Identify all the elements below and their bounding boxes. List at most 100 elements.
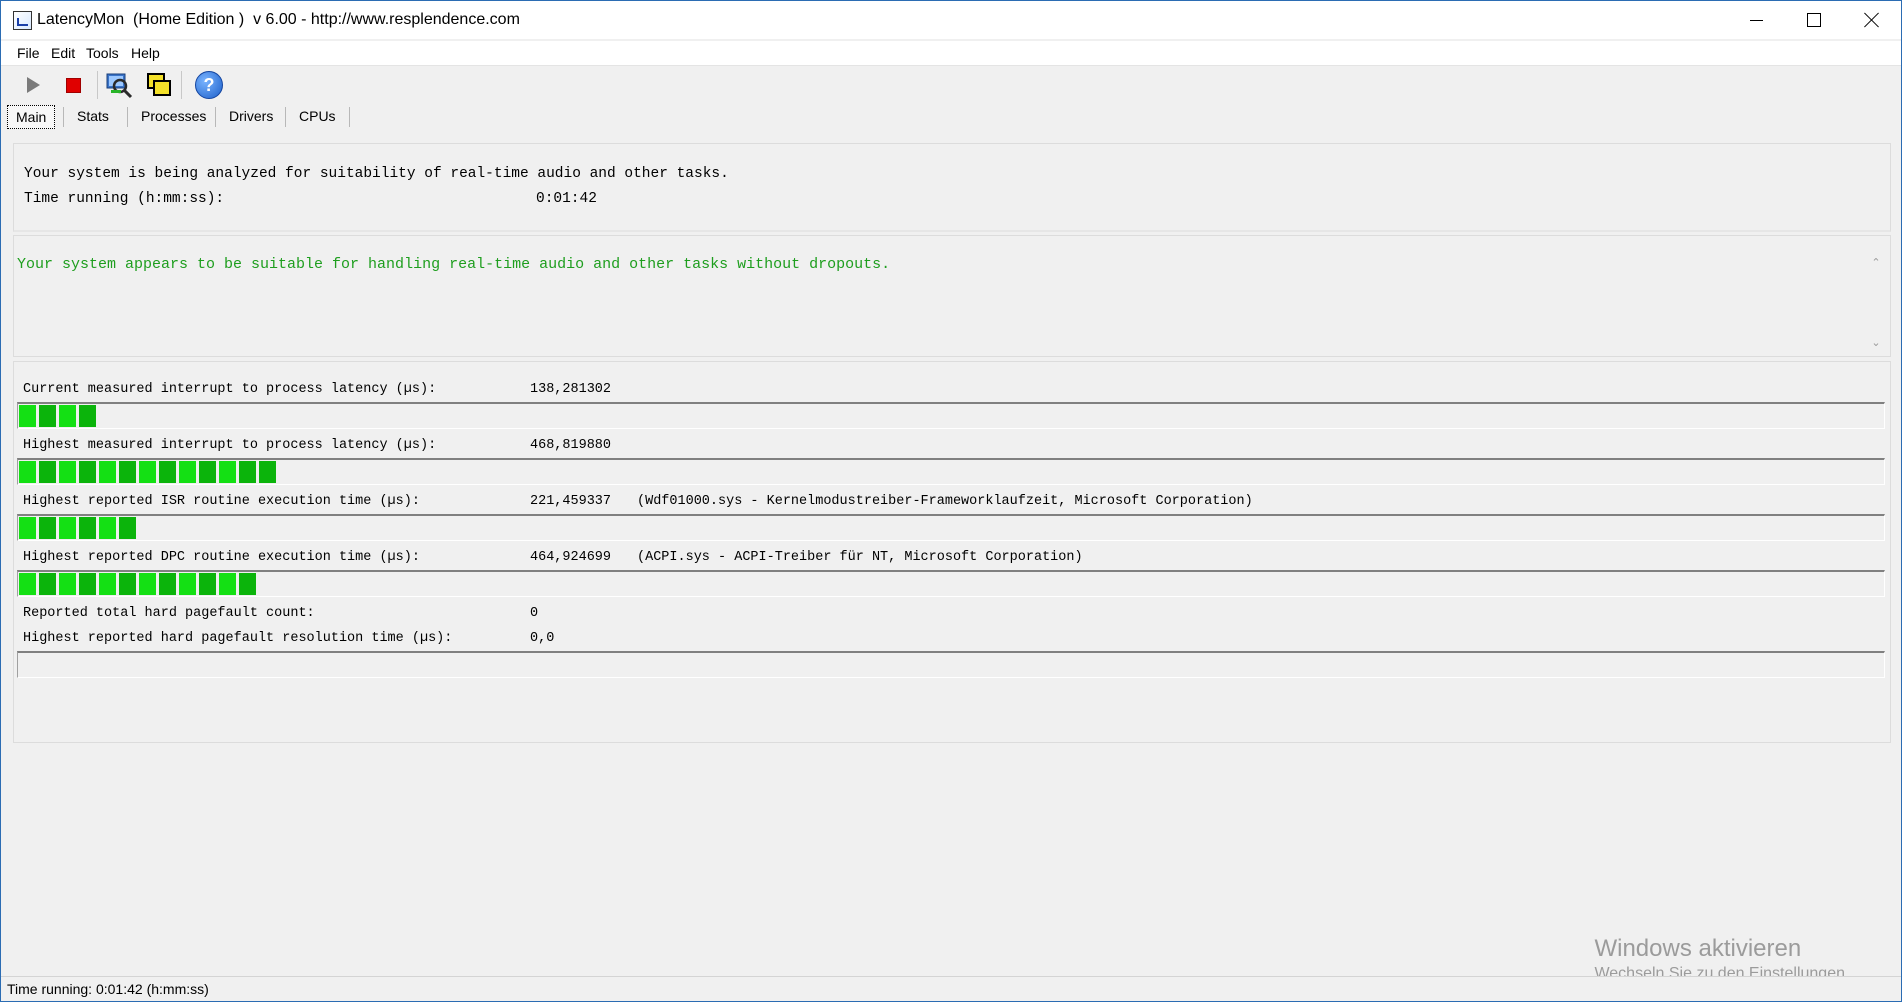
bar-segment <box>199 573 216 595</box>
windows-button[interactable] <box>145 71 173 99</box>
stop-button[interactable] <box>59 71 87 99</box>
scroll-down-arrow-icon[interactable]: ⌄ <box>1870 336 1882 349</box>
bar-segment <box>39 573 56 595</box>
tab-separator <box>349 107 350 127</box>
menu-file[interactable]: File <box>17 45 40 61</box>
bar-segment <box>79 461 96 483</box>
bar-segment <box>39 461 56 483</box>
dpc-time-value: 464,924699 <box>530 550 612 565</box>
windows-icon <box>147 73 171 96</box>
bar-segment <box>59 517 76 539</box>
dpc-time-label: Highest reported DPC routine execution t… <box>23 550 420 565</box>
bar-segment <box>19 405 36 427</box>
current-latency-bar <box>17 402 1885 429</box>
bar-segment <box>239 461 256 483</box>
bar-segment <box>59 461 76 483</box>
highest-latency-value: 468,819880 <box>530 438 612 453</box>
current-latency-value: 138,281302 <box>530 382 612 397</box>
bar-segment <box>179 573 196 595</box>
bar-segment <box>19 573 36 595</box>
time-running-value: 0:01:42 <box>536 191 597 207</box>
watermark-title: Windows aktivieren <box>1594 935 1802 962</box>
window-title: LatencyMon (Home Edition ) v 6.00 - http… <box>37 11 520 28</box>
pagefault-count-value: 0 <box>530 606 539 621</box>
time-running-label: Time running (h:mm:ss): <box>24 191 225 207</box>
status-text: Time running: 0:01:42 (h:mm:ss) <box>7 981 209 997</box>
isr-time-label: Highest reported ISR routine execution t… <box>23 494 420 509</box>
bar-segment <box>19 461 36 483</box>
metrics-panel: Current measured interrupt to process la… <box>13 361 1891 743</box>
pagefault-time-bar <box>17 651 1885 678</box>
close-button[interactable] <box>1843 1 1901 39</box>
bar-segment <box>119 573 136 595</box>
verdict-text: Your system appears to be suitable for h… <box>17 256 891 273</box>
bar-segment <box>99 461 116 483</box>
menu-tools[interactable]: Tools <box>86 45 119 61</box>
tab-stats[interactable]: Stats <box>69 105 117 127</box>
minimize-button[interactable] <box>1727 1 1785 39</box>
analysis-info-panel: Your system is being analyzed for suitab… <box>13 143 1891 232</box>
status-bar: Time running: 0:01:42 (h:mm:ss) <box>1 976 1901 1001</box>
bar-segment <box>19 517 36 539</box>
pagefault-time-value: 0,0 <box>530 631 555 646</box>
bar-segment <box>199 461 216 483</box>
bar-segment <box>99 573 116 595</box>
bar-segment <box>179 461 196 483</box>
isr-time-value: 221,459337 <box>530 494 612 509</box>
bar-segment <box>99 517 116 539</box>
tab-cpus[interactable]: CPUs <box>291 105 344 127</box>
toolbar-separator <box>181 71 182 99</box>
bar-segment <box>159 461 176 483</box>
analyze-icon <box>106 73 133 99</box>
highest-latency-bar <box>17 458 1885 485</box>
bar-fill <box>19 461 279 483</box>
menu-edit[interactable]: Edit <box>51 45 75 61</box>
dpc-time-bar <box>17 570 1885 597</box>
current-latency-label: Current measured interrupt to process la… <box>23 382 437 397</box>
tab-separator <box>127 107 128 127</box>
bar-segment <box>79 517 96 539</box>
help-button[interactable]: ? <box>195 71 223 99</box>
bar-segment <box>259 461 276 483</box>
play-icon <box>26 77 40 93</box>
start-button[interactable] <box>19 71 47 99</box>
bar-segment <box>79 405 96 427</box>
isr-time-bar <box>17 514 1885 541</box>
bar-segment <box>119 461 136 483</box>
help-icon: ? <box>195 71 223 99</box>
app-window: LatencyMon (Home Edition ) v 6.00 - http… <box>0 0 1902 1002</box>
toolbar-separator <box>97 71 98 99</box>
minimize-icon <box>1749 19 1763 21</box>
isr-driver-detail: (Wdf01000.sys - Kernelmodustreiber-Frame… <box>637 494 1253 509</box>
bar-segment <box>239 573 256 595</box>
bar-segment <box>139 461 156 483</box>
close-icon <box>1864 12 1880 28</box>
bar-segment <box>219 461 236 483</box>
pagefault-count-label: Reported total hard pagefault count: <box>23 606 315 621</box>
dpc-driver-detail: (ACPI.sys - ACPI-Treiber für NT, Microso… <box>637 550 1083 565</box>
highest-latency-label: Highest measured interrupt to process la… <box>23 438 437 453</box>
tab-separator <box>215 107 216 127</box>
stop-icon <box>65 77 81 93</box>
maximize-button[interactable] <box>1785 1 1843 39</box>
bar-fill <box>19 405 99 427</box>
maximize-icon <box>1807 13 1821 27</box>
menu-bar: File Edit Tools Help <box>1 41 1901 66</box>
bar-fill <box>19 573 259 595</box>
tab-processes[interactable]: Processes <box>133 105 214 127</box>
latencymon-app-icon <box>13 11 32 30</box>
analyze-button[interactable] <box>105 71 133 99</box>
bar-segment <box>59 405 76 427</box>
bar-segment <box>219 573 236 595</box>
tab-drivers[interactable]: Drivers <box>221 105 281 127</box>
verdict-panel: Your system appears to be suitable for h… <box>13 235 1891 357</box>
toolbar: ? <box>1 67 1901 103</box>
tab-separator <box>63 107 64 127</box>
tab-separator <box>285 107 286 127</box>
analysis-status-text: Your system is being analyzed for suitab… <box>24 166 729 182</box>
title-bar[interactable]: LatencyMon (Home Edition ) v 6.00 - http… <box>1 1 1901 39</box>
tab-main[interactable]: Main <box>7 105 56 129</box>
menu-help[interactable]: Help <box>131 45 160 61</box>
scroll-up-arrow-icon[interactable]: ⌃ <box>1870 256 1882 269</box>
bar-fill <box>19 517 139 539</box>
